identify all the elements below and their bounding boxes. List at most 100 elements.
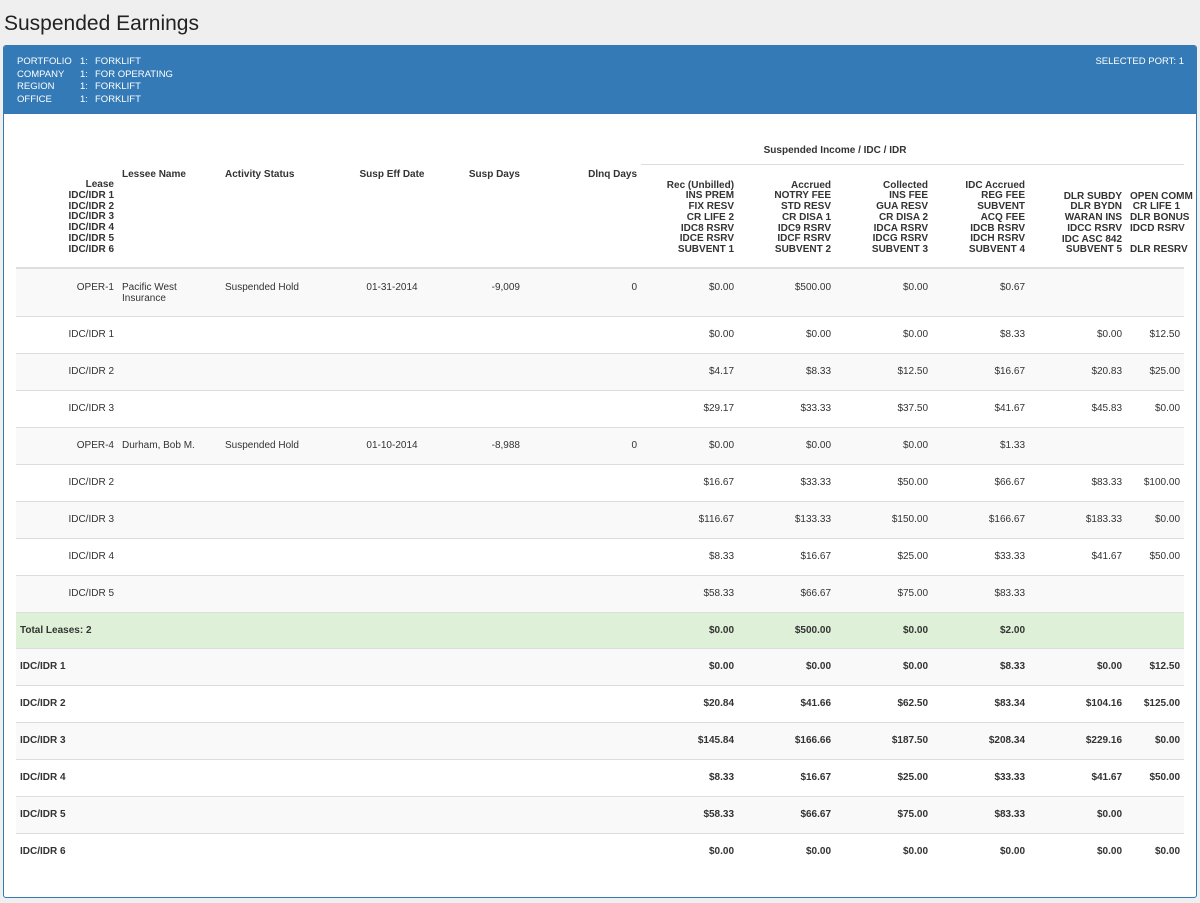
- cell-value: $33.33: [738, 389, 836, 427]
- total-value: [1126, 611, 1185, 648]
- cell-empty: [544, 389, 642, 427]
- cell-dlnq-days: 0: [544, 267, 642, 316]
- cell-empty: [215, 500, 337, 538]
- col-lease[interactable]: Lease IDC/IDR 1 IDC/IDR 2 IDC/IDR 3 IDC/…: [16, 164, 118, 269]
- suspended-earnings-panel: PORTFOLIO 1: FORKLIFT COMPANY 1: FOR OPE…: [3, 45, 1197, 898]
- summary-value: $0.00: [738, 647, 836, 685]
- cell-value: $116.67: [641, 500, 739, 538]
- cell-value: $166.67: [932, 500, 1030, 538]
- summary-value: $145.84: [641, 721, 739, 759]
- cell-lease: IDC/IDR 3: [16, 389, 118, 427]
- col-rec-unbilled[interactable]: Rec (Unbilled) INS PREM FIX RESV CR LIFE…: [641, 164, 739, 269]
- cell-dlnq-days: 0: [544, 426, 642, 464]
- cell-empty: [337, 389, 447, 427]
- total-label: Total Leases: 2: [16, 611, 642, 648]
- summary-value: $0.00: [1126, 832, 1185, 870]
- cell-value: $16.67: [738, 537, 836, 575]
- cell-lease[interactable]: OPER-1: [16, 267, 118, 316]
- cell-lease: IDC/IDR 5: [16, 574, 118, 612]
- total-value: $0.00: [641, 611, 739, 648]
- col-open-comm[interactable]: OPEN COMM CR LIFE 1 DLR BONUS IDCD RSRV …: [1126, 164, 1193, 269]
- cell-lease[interactable]: OPER-4: [16, 426, 118, 464]
- office-row: OFFICE 1: FORKLIFT: [17, 94, 173, 107]
- cell-value: [1126, 267, 1185, 316]
- cell-value: $183.33: [1029, 500, 1127, 538]
- summary-value: $83.33: [932, 795, 1030, 833]
- summary-row: IDC/IDR 2 $20.84 $41.66 $62.50 $83.34 $1…: [16, 684, 1185, 722]
- cell-susp-days: -9,009: [447, 267, 544, 316]
- cell-empty: [544, 463, 642, 501]
- cell-value: $29.17: [641, 389, 739, 427]
- portfolio-num: 1:: [80, 56, 88, 67]
- table-row: IDC/IDR 2 $16.67 $33.33 $50.00 $66.67 $8…: [16, 463, 1185, 501]
- office-value: FORKLIFT: [95, 93, 141, 105]
- col-collected[interactable]: Collected INS FEE GUA RESV CR DISA 2 IDC…: [835, 164, 933, 269]
- cell-value: $0.00: [1029, 315, 1127, 353]
- cell-empty: [544, 574, 642, 612]
- page-title: Suspended Earnings: [4, 12, 199, 35]
- summary-value: $25.00: [835, 758, 933, 796]
- company-row: COMPANY 1: FOR OPERATING: [17, 69, 173, 82]
- col-activity-status[interactable]: Activity Status: [215, 164, 337, 269]
- cell-empty: [544, 537, 642, 575]
- summary-value: $125.00: [1126, 684, 1185, 722]
- summary-value: $8.33: [932, 647, 1030, 685]
- cell-value: $41.67: [1029, 537, 1127, 575]
- cell-value: $66.67: [932, 463, 1030, 501]
- col-lease-line: IDC/IDR 1: [68, 189, 114, 201]
- cell-value: $133.33: [738, 500, 836, 538]
- cell-value: $45.83: [1029, 389, 1127, 427]
- selection-info: PORTFOLIO 1: FORKLIFT COMPANY 1: FOR OPE…: [17, 56, 173, 106]
- col-c6-line: IDCD RSRV: [1130, 222, 1185, 234]
- summary-value: $58.33: [641, 795, 739, 833]
- cell-empty: [447, 352, 544, 390]
- cell-value: [1029, 267, 1127, 316]
- summary-value: $208.34: [932, 721, 1030, 759]
- column-header-row: Lease IDC/IDR 1 IDC/IDR 2 IDC/IDR 3 IDC/…: [16, 164, 1193, 269]
- summary-value: $0.00: [738, 832, 836, 870]
- region-key: REGION: [17, 81, 55, 93]
- cell-value: $8.33: [738, 352, 836, 390]
- cell-value: $37.50: [835, 389, 933, 427]
- table-row[interactable]: OPER-1 Pacific West Insurance Suspended …: [16, 267, 1185, 316]
- cell-empty: [447, 315, 544, 353]
- cell-value: $0.00: [1126, 500, 1185, 538]
- company-value: FOR OPERATING: [95, 68, 173, 80]
- cell-value: [1029, 426, 1127, 464]
- col-accrued[interactable]: Accrued NOTRY FEE STD RESV CR DISA 1 IDC…: [738, 164, 836, 269]
- total-value: $0.00: [835, 611, 933, 648]
- col-idc-accrued[interactable]: IDC Accrued REG FEE SUBVENT ACQ FEE IDCB…: [932, 164, 1030, 269]
- cell-empty: [215, 352, 337, 390]
- cell-value: $66.67: [738, 574, 836, 612]
- cell-empty: [118, 463, 215, 501]
- cell-value: $16.67: [641, 463, 739, 501]
- table-row[interactable]: OPER-4 Durham, Bob M. Suspended Hold 01-…: [16, 426, 1185, 464]
- cell-value: $0.00: [641, 267, 739, 316]
- cell-value: $20.83: [1029, 352, 1127, 390]
- summary-value: $41.66: [738, 684, 836, 722]
- col-susp-days[interactable]: Susp Days: [447, 164, 544, 269]
- cell-empty: [447, 574, 544, 612]
- col-dlnq-days[interactable]: Dlnq Days: [544, 164, 642, 269]
- summary-value: $83.34: [932, 684, 1030, 722]
- summary-value: $16.67: [738, 758, 836, 796]
- cell-value: $0.00: [835, 267, 933, 316]
- panel-header: PORTFOLIO 1: FORKLIFT COMPANY 1: FOR OPE…: [4, 46, 1196, 114]
- group-header-tail: [1029, 114, 1185, 165]
- cell-empty: [447, 537, 544, 575]
- total-value: [1029, 611, 1127, 648]
- summary-label: IDC/IDR 5: [16, 795, 642, 833]
- summary-value: $104.16: [1029, 684, 1127, 722]
- col-susp-eff-date[interactable]: Susp Eff Date: [337, 164, 447, 269]
- cell-empty: [118, 574, 215, 612]
- total-value: $500.00: [738, 611, 836, 648]
- summary-value: $62.50: [835, 684, 933, 722]
- col-dlr-subdy[interactable]: DLR SUBDY DLR BYDN WARAN INS IDCC RSRV I…: [1029, 164, 1127, 269]
- region-value: FORKLIFT: [95, 81, 141, 93]
- cell-value: $25.00: [1126, 352, 1185, 390]
- cell-value: $58.33: [641, 574, 739, 612]
- office-key: OFFICE: [17, 93, 52, 105]
- col-lessee-name[interactable]: Lessee Name: [118, 164, 215, 269]
- cell-value: $16.67: [932, 352, 1030, 390]
- cell-empty: [215, 574, 337, 612]
